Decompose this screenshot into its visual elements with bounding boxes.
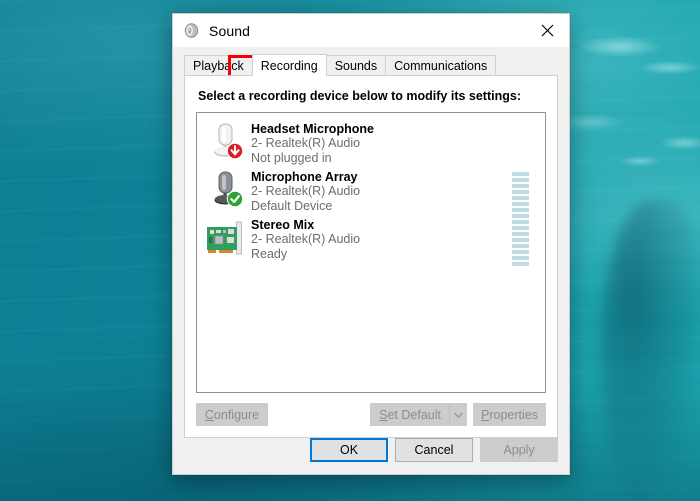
panel-prompt: Select a recording device below to modif… (198, 89, 521, 103)
tab-playback[interactable]: Playback (184, 55, 253, 76)
device-action-bar: Configure Set Default Properties (185, 393, 557, 437)
cancel-button[interactable]: Cancel (395, 438, 473, 462)
table-row[interactable]: Microphone Array 2- Realtek(R) Audio Def… (197, 161, 545, 218)
dialog-title: Sound (209, 22, 250, 39)
tab-sounds[interactable]: Sounds (325, 55, 387, 76)
tab-recording[interactable]: Recording (251, 54, 327, 76)
device-driver: 2- Realtek(R) Audio (251, 232, 361, 246)
apply-button[interactable]: Apply (480, 438, 558, 462)
microphone-icon (203, 167, 247, 211)
table-row[interactable]: Stereo Mix 2- Realtek(R) Audio Ready (197, 209, 545, 266)
device-name: Headset Microphone (251, 122, 374, 136)
configure-button[interactable]: Configure (196, 403, 268, 426)
chevron-down-icon[interactable] (449, 403, 467, 426)
device-info: Stereo Mix 2- Realtek(R) Audio Ready (251, 215, 512, 262)
ok-button[interactable]: OK (310, 438, 388, 462)
sound-dialog: Sound Playback Recording Sounds Communic… (172, 13, 570, 475)
recording-tab-panel: Select a recording device below to modif… (184, 75, 558, 438)
device-info: Microphone Array 2- Realtek(R) Audio Def… (251, 167, 512, 214)
properties-button[interactable]: Properties (473, 403, 546, 426)
set-default-split-button[interactable]: Set Default (370, 403, 467, 426)
microphone-unplugged-icon (203, 119, 247, 163)
configure-label-rest: onfigure (213, 407, 260, 422)
volume-meter (512, 220, 529, 266)
device-driver: 2- Realtek(R) Audio (251, 136, 361, 150)
dialog-titlebar: Sound (173, 14, 569, 47)
sound-icon (183, 22, 200, 39)
device-state: Ready (251, 247, 288, 261)
close-icon[interactable] (525, 14, 569, 47)
set-default-label-rest: et Default (387, 407, 441, 422)
table-row[interactable]: Headset Microphone 2- Realtek(R) Audio N… (197, 113, 545, 165)
properties-label-rest: roperties (489, 407, 538, 422)
device-name: Stereo Mix (251, 218, 315, 232)
device-driver: 2- Realtek(R) Audio (251, 184, 361, 198)
sound-card-icon (203, 215, 247, 259)
set-default-button[interactable]: Set Default (370, 403, 449, 426)
tab-communications[interactable]: Communications (385, 55, 497, 76)
recording-device-list[interactable]: Headset Microphone 2- Realtek(R) Audio N… (196, 112, 546, 393)
device-name: Microphone Array (251, 170, 358, 184)
dialog-footer: OK Cancel Apply (173, 438, 569, 474)
tab-strip: Playback Recording Sounds Communications (173, 54, 569, 76)
device-info: Headset Microphone 2- Realtek(R) Audio N… (251, 119, 512, 166)
